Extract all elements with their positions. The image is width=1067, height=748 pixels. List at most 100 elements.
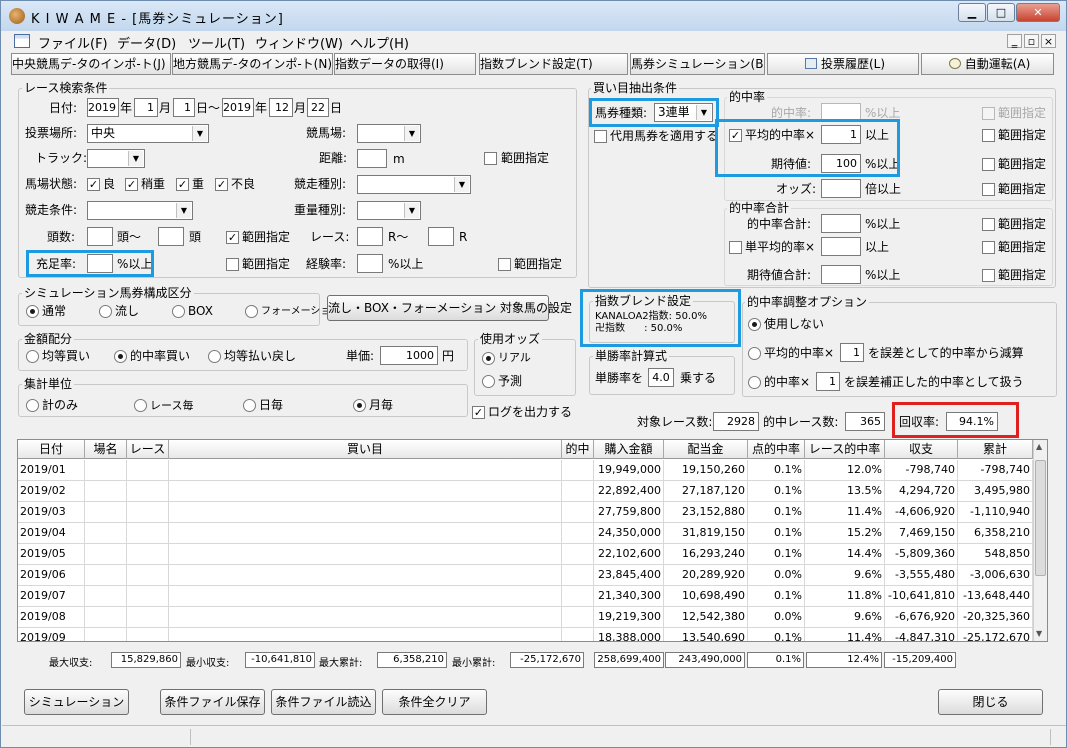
scroll-thumb[interactable] <box>1035 460 1046 576</box>
save-conditions-button[interactable]: 条件ファイル保存 <box>160 689 265 715</box>
adjust-subtract-radio[interactable] <box>748 347 761 360</box>
adjust-correct-input[interactable]: 1 <box>816 372 840 391</box>
single-avg-range-checkbox[interactable] <box>982 241 995 254</box>
table-row[interactable]: 2019/07 21,340,300 10,698,490 0.1% 11.8% -10,… <box>18 586 1033 607</box>
expect-sum-input[interactable] <box>821 265 861 284</box>
odds-forecast-radio[interactable] <box>482 375 495 388</box>
cond-slightly-heavy-checkbox[interactable]: ✓ <box>125 178 138 191</box>
col-profit[interactable]: 収支 <box>885 440 958 459</box>
cond-good-checkbox[interactable]: ✓ <box>87 178 100 191</box>
money-hit-radio[interactable] <box>114 350 127 363</box>
hit-rate-range-checkbox[interactable] <box>982 107 995 120</box>
race-cond-select[interactable]: ▼ <box>87 201 193 220</box>
target-horse-settings-button[interactable]: 流し・BOX・フォーメーション 対象馬の設定 <box>327 295 572 321</box>
exp-input[interactable] <box>357 254 383 273</box>
adjust-subtract-input[interactable]: 1 <box>840 343 864 362</box>
sim-normal-radio[interactable] <box>26 305 39 318</box>
load-conditions-button[interactable]: 条件ファイル読込 <box>271 689 376 715</box>
from-month-input[interactable]: 1 <box>134 98 158 117</box>
minimize-button[interactable]: ▁ <box>958 3 986 22</box>
unit-price-input[interactable]: 1000 <box>380 346 438 365</box>
close-button[interactable]: 閉じる <box>938 689 1043 715</box>
money-even-radio[interactable] <box>26 350 39 363</box>
agg-race-radio[interactable] <box>134 399 147 412</box>
agg-month-radio[interactable] <box>353 399 366 412</box>
fill-range-checkbox[interactable] <box>226 258 239 271</box>
table-row[interactable]: 2019/09 18,388,000 13,540,690 0.1% 11.4% -4,8… <box>18 628 1033 641</box>
table-scrollbar[interactable]: ▲ ▼ <box>1033 440 1047 641</box>
money-even-payout-radio[interactable] <box>208 350 221 363</box>
cond-heavy-checkbox[interactable]: ✓ <box>176 178 189 191</box>
race-min-input[interactable] <box>357 227 383 246</box>
agg-day-radio[interactable] <box>243 399 256 412</box>
auto-run-button[interactable]: 自動運転(A) <box>921 53 1054 75</box>
adjust-none-radio[interactable] <box>748 318 761 331</box>
race-type-select[interactable]: ▼ <box>357 175 471 194</box>
to-day-input[interactable]: 22 <box>307 98 329 117</box>
menu-window[interactable]: ウィンドウ(W) <box>255 33 343 52</box>
adjust-correct-radio[interactable] <box>748 376 761 389</box>
single-avg-input[interactable] <box>821 237 861 256</box>
odds-real-radio[interactable] <box>482 352 495 365</box>
odds-input[interactable] <box>821 179 861 198</box>
course-select[interactable]: ▼ <box>357 124 421 143</box>
heads-min-input[interactable] <box>87 227 113 246</box>
ticket-sim-button[interactable]: 馬券シミュレーション(B) <box>630 53 765 75</box>
heads-max-input[interactable] <box>158 227 184 246</box>
mdi-minimize-button[interactable]: ‗ <box>1007 34 1022 48</box>
race-max-input[interactable] <box>428 227 454 246</box>
col-race[interactable]: レース <box>127 440 169 459</box>
menu-help[interactable]: ヘルプ(H) <box>350 33 409 52</box>
win-calc-input[interactable]: 4.0 <box>648 368 674 387</box>
sim-box-radio[interactable] <box>172 305 185 318</box>
log-output-checkbox[interactable]: ✓ <box>472 406 485 419</box>
venue-select[interactable]: 中央 ▼ <box>87 124 209 143</box>
col-payout[interactable]: 配当金 <box>664 440 748 459</box>
results-table[interactable]: 日付 場名 レース 買い目 的中 購入金額 配当金 点的中率 レース的中率 収支… <box>17 439 1048 642</box>
substitute-checkbox[interactable] <box>594 130 607 143</box>
weight-select[interactable]: ▼ <box>357 201 421 220</box>
table-row[interactable]: 2019/06 23,845,400 20,289,920 0.0% 9.6% -3,55… <box>18 565 1033 586</box>
single-avg-checkbox[interactable] <box>729 241 742 254</box>
table-row[interactable]: 2019/05 22,102,600 16,293,240 0.1% 14.4% -5,8… <box>18 544 1033 565</box>
index-blend-button[interactable]: 指数ブレンド設定(T) <box>479 53 628 75</box>
sim-flow-radio[interactable] <box>99 305 112 318</box>
import-local-button[interactable]: 地方競馬デ-タのインポ-ト(N) <box>172 53 333 75</box>
cond-bad-checkbox[interactable]: ✓ <box>215 178 228 191</box>
fetch-index-button[interactable]: 指数データの取得(I) <box>334 53 476 75</box>
col-venue[interactable]: 場名 <box>85 440 127 459</box>
distance-input[interactable] <box>357 149 387 168</box>
simulate-button[interactable]: シミュレーション <box>24 689 129 715</box>
import-central-button[interactable]: 中央競馬デ-タのインポ-ト(J) <box>11 53 171 75</box>
odds-range-checkbox[interactable] <box>982 183 995 196</box>
col-point-hit[interactable]: 点的中率 <box>748 440 805 459</box>
col-bet[interactable]: 買い目 <box>169 440 562 459</box>
col-purchase[interactable]: 購入金額 <box>594 440 664 459</box>
maximize-button[interactable]: □ <box>987 3 1015 22</box>
col-race-hit[interactable]: レース的中率 <box>805 440 885 459</box>
mdi-doc-icon[interactable] <box>14 34 30 48</box>
hit-sum-range-checkbox[interactable] <box>982 218 995 231</box>
from-day-input[interactable]: 1 <box>173 98 195 117</box>
vote-history-button[interactable]: 投票履歴(L) <box>767 53 919 75</box>
avg-hit-range-checkbox[interactable] <box>982 129 995 142</box>
to-month-input[interactable]: 12 <box>269 98 293 117</box>
clear-conditions-button[interactable]: 条件全クリア <box>382 689 487 715</box>
close-window-button[interactable]: ✕ <box>1016 3 1060 22</box>
menu-data[interactable]: データ(D) <box>117 33 176 52</box>
table-row[interactable]: 2019/02 22,892,400 27,187,120 0.1% 13.5% 4,29… <box>18 481 1033 502</box>
agg-total-radio[interactable] <box>26 399 39 412</box>
heads-range-checkbox[interactable]: ✓ <box>226 231 239 244</box>
scroll-down-icon[interactable]: ▼ <box>1036 629 1042 638</box>
exp-range-checkbox[interactable] <box>498 258 511 271</box>
table-row[interactable]: 2019/03 27,759,800 23,152,880 0.1% 11.4% -4,6… <box>18 502 1033 523</box>
hit-sum-input[interactable] <box>821 214 861 233</box>
table-row[interactable]: 2019/04 24,350,000 31,819,150 0.1% 15.2% 7,46… <box>18 523 1033 544</box>
menu-tools[interactable]: ツール(T) <box>188 33 245 52</box>
expect-range-checkbox[interactable] <box>982 158 995 171</box>
track-select[interactable]: ▼ <box>87 149 145 168</box>
mdi-close-button[interactable]: × <box>1041 34 1056 48</box>
to-year-input[interactable]: 2019 <box>222 98 254 117</box>
col-hit[interactable]: 的中 <box>562 440 594 459</box>
mdi-restore-button[interactable]: ▫ <box>1024 34 1039 48</box>
